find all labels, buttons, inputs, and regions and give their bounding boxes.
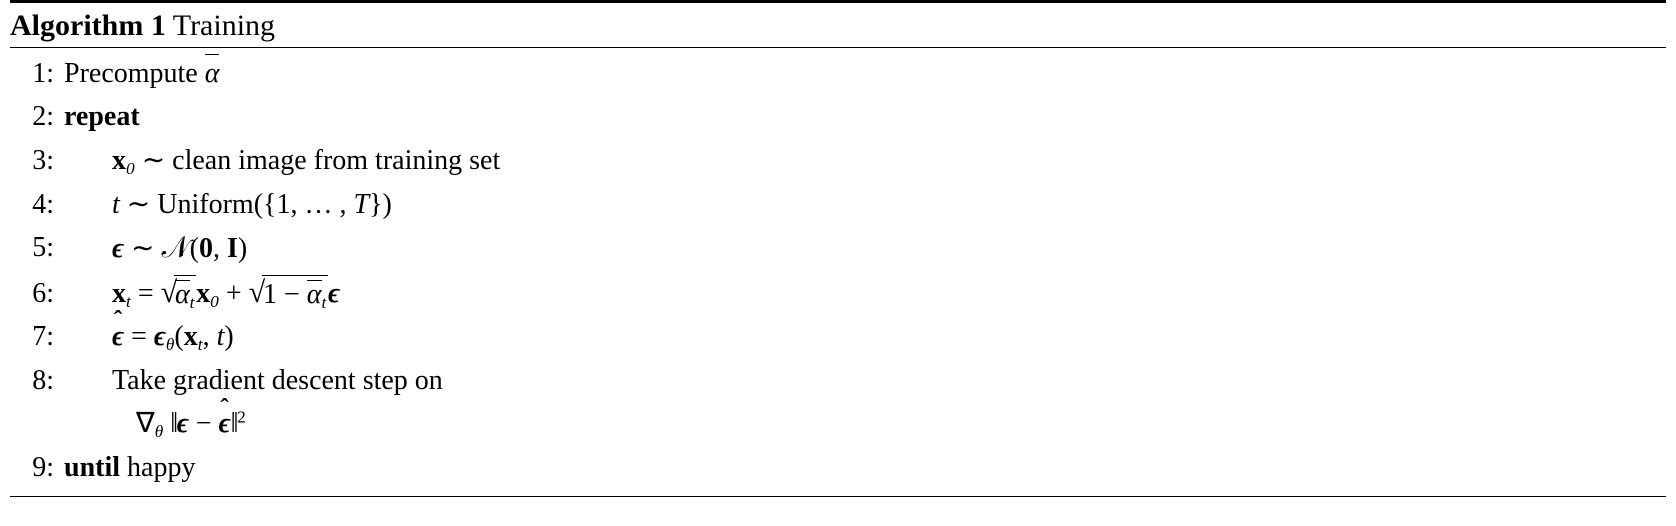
line-number: 7: [10,315,64,358]
line-content: Take gradient descent step on [64,359,1666,402]
identity-I: I [227,233,238,264]
sub-0: 0 [210,291,219,310]
equals: = [124,321,154,352]
sqrt-radicand: αt [174,275,196,314]
sub-0: 0 [126,159,135,178]
algo-line: 6: xt = √αtx0 + √1 − αtϵ [10,272,1666,316]
line-number: 6: [10,272,64,315]
algo-line: 5: ϵ ∼ 𝒩(0, I) [10,226,1666,272]
algorithm-title: Algorithm 1 Training [10,3,1666,47]
line-number: 1: [10,52,64,95]
var-eps: ϵ [112,233,124,264]
var-x: x [184,321,198,352]
text: Take gradient descent step on [112,365,443,396]
args-close: }) [369,189,392,220]
line-number: 2: [10,95,64,138]
sim-symbol: ∼ [124,233,161,264]
paren-close: ) [224,321,233,352]
sim-symbol: ∼ [120,189,157,220]
paren-close: ) [238,233,247,264]
sqrt-radicand: 1 − αt [262,275,328,314]
zero-vec: 0 [199,233,213,264]
comma: , [213,233,227,264]
line-number: 5: [10,226,64,269]
var-x: x [196,278,210,309]
algorithm-name: Training [173,9,275,42]
paren-open: ( [190,233,199,264]
one-minus: 1 − [263,279,307,310]
algo-line: 3: x0 ∼ clean image from training set [10,139,1666,183]
paren-open: ( [174,321,183,352]
eps-hat: ϵ [219,402,231,445]
var-eps: ϵ [177,408,189,439]
eps-hat: ϵ [112,315,124,358]
algorithm-body: 1: Precompute α 2: repeat 3: x0 ∼ clean … [10,48,1666,496]
var-T: T [353,189,369,220]
algo-line: 2: repeat [10,95,1666,138]
sub-t: t [322,293,327,312]
var-eps: ϵ [328,278,340,309]
text: Precompute [64,58,205,89]
comma: , [203,321,217,352]
algo-line-cont: ∇θ ‖ϵ − ϵ‖2 [10,402,1666,446]
sqrt: √1 − αt [249,275,328,314]
args-open: ({1, … , [254,189,354,220]
algorithm-block: Algorithm 1 Training 1: Precompute α 2: … [0,0,1676,501]
alpha-bar: α [175,278,190,312]
sim-symbol: ∼ [135,145,172,176]
sqrt: √αt [161,275,197,314]
line-content: xt = √αtx0 + √1 − αtϵ [64,272,1666,316]
text: happy [120,452,195,483]
minus: − [189,408,219,439]
line-content: until happy [64,446,1666,489]
line-content: repeat [64,95,1666,138]
exp-2: 2 [237,408,246,427]
uniform-fn: Uniform [157,189,253,220]
plus: + [219,278,249,309]
line-content: x0 ∼ clean image from training set [64,139,1666,183]
text: clean image from training set [172,145,500,176]
line-number: 9: [10,446,64,489]
line-content: ϵ = ϵθ(xt, t) [64,315,1666,359]
algo-line: 1: Precompute α [10,52,1666,95]
keyword-repeat: repeat [64,101,140,132]
var-t: t [112,189,120,220]
normal-N: 𝒩 [162,232,190,264]
alpha-bar: α [307,278,322,312]
nabla: ∇ [136,408,155,439]
line-number: 3: [10,139,64,182]
alpha-bar: α [205,52,220,95]
sub-theta: θ [155,422,164,441]
algo-line: 9: until happy [10,446,1666,489]
var-x: x [112,145,126,176]
algo-line: 8: Take gradient descent step on [10,359,1666,402]
line-number: 4: [10,183,64,226]
algo-line: 4: t ∼ Uniform({1, … , T}) [10,183,1666,226]
sub-t: t [190,293,195,312]
var-eps: ϵ [154,321,166,352]
line-content: t ∼ Uniform({1, … , T}) [64,183,1666,226]
algo-line: 7: ϵ = ϵθ(xt, t) [10,315,1666,359]
line-content: ϵ ∼ 𝒩(0, I) [64,226,1666,272]
algorithm-number: Algorithm 1 [10,9,166,42]
keyword-until: until [64,452,120,483]
line-content: ∇θ ‖ϵ − ϵ‖2 [64,402,1666,446]
equals: = [131,278,161,309]
line-number: 8: [10,359,64,402]
bottom-rule [10,496,1666,497]
line-content: Precompute α [64,52,1666,95]
